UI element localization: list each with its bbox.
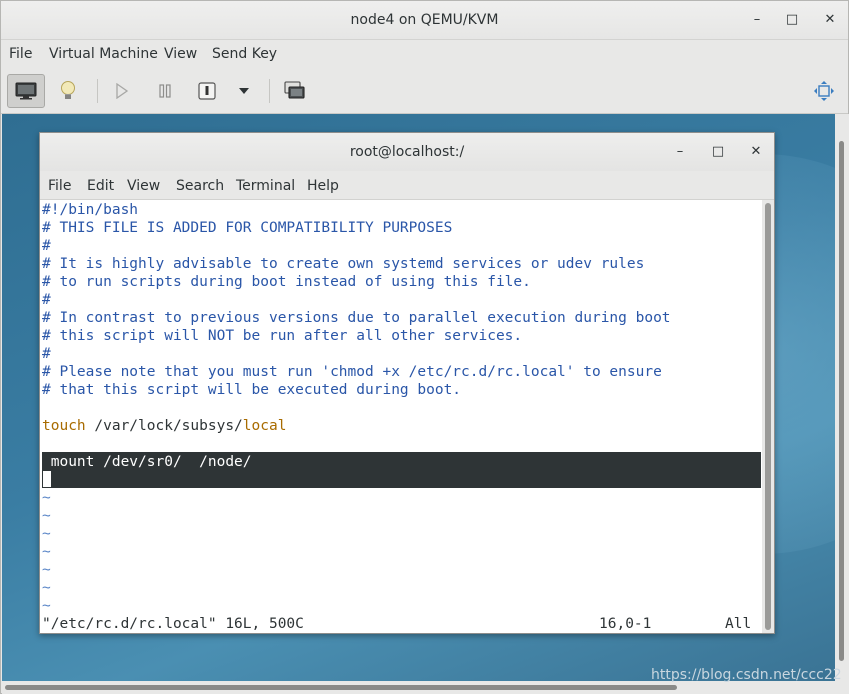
minimize-button[interactable]: – — [747, 10, 767, 30]
empty-line-marker: ~ — [42, 580, 51, 596]
code-line: # THIS FILE IS ADDED FOR COMPATIBILITY P… — [42, 220, 453, 236]
code-line: # — [42, 346, 51, 362]
toolbar-separator — [97, 79, 98, 103]
watermark: https://blog.csdn.net/ccc22 — [651, 667, 842, 683]
close-button[interactable]: ✕ — [820, 10, 840, 30]
empty-line-marker: ~ — [42, 508, 51, 524]
snapshots-button[interactable] — [276, 74, 314, 108]
fullscreen-icon — [814, 81, 834, 101]
snapshot-icon — [284, 81, 305, 99]
terminal-menu-search[interactable]: Search — [176, 178, 224, 194]
terminal-menu-view[interactable]: View — [127, 178, 160, 194]
vm-titlebar: node4 on QEMU/KVM – □ ✕ — [1, 1, 848, 40]
terminal-scrollbar-thumb[interactable] — [765, 203, 771, 630]
vm-toolbar — [1, 69, 848, 114]
menu-file[interactable]: File — [9, 46, 32, 62]
terminal-content[interactable]: #!/bin/bash # THIS FILE IS ADDED FOR COM… — [40, 200, 762, 633]
code-line-mount: mount /dev/sr0/ /node/ — [42, 454, 252, 470]
vm-window: node4 on QEMU/KVM – □ ✕ File Virtual Mac… — [0, 0, 849, 694]
status-cursor-position: 16,0-1 — [599, 616, 652, 632]
maximize-button[interactable]: □ — [782, 10, 802, 30]
empty-line-marker: ~ — [42, 490, 51, 506]
code-line: #!/bin/bash — [42, 202, 139, 218]
touch-path: /var/lock/subsys/ — [85, 418, 243, 434]
code-line: # — [42, 292, 51, 308]
fullscreen-button[interactable] — [805, 74, 843, 108]
code-line: # It is highly advisable to create own s… — [42, 256, 645, 272]
menu-send-key[interactable]: Send Key — [212, 46, 277, 62]
code-line: # — [42, 238, 51, 254]
monitor-icon — [15, 82, 37, 100]
code-line: # this script will NOT be run after all … — [42, 328, 523, 344]
run-button[interactable] — [103, 74, 141, 108]
terminal-window[interactable]: root@localhost:/ – □ ✕ File Edit View Se… — [39, 132, 775, 634]
empty-line-marker: ~ — [42, 598, 51, 614]
play-icon — [116, 83, 129, 99]
menu-view[interactable]: View — [164, 46, 197, 62]
vertical-scrollbar-thumb[interactable] — [839, 141, 844, 661]
empty-line-marker: ~ — [42, 562, 51, 578]
code-line: # that this script will be executed duri… — [42, 382, 462, 398]
empty-line-marker: ~ — [42, 526, 51, 542]
pause-button[interactable] — [146, 74, 184, 108]
empty-line-marker: ~ — [42, 544, 51, 560]
lightbulb-icon — [61, 81, 75, 99]
code-line-touch: touch /var/lock/subsys/local — [42, 417, 286, 435]
code-line: # In contrast to previous versions due t… — [42, 310, 671, 326]
terminal-maximize-button[interactable]: □ — [708, 142, 728, 162]
status-filename: "/etc/rc.d/rc.local" 16L, 500C — [42, 616, 304, 632]
chevron-down-icon — [239, 88, 249, 94]
code-line: # to run scripts during boot instead of … — [42, 274, 531, 290]
terminal-titlebar[interactable]: root@localhost:/ – □ ✕ — [40, 133, 774, 171]
pause-icon — [159, 84, 171, 98]
vm-menubar: File Virtual Machine View Send Key — [1, 40, 848, 68]
terminal-menubar: File Edit View Search Terminal Help — [40, 171, 774, 200]
terminal-title: root@localhost:/ — [349, 144, 465, 160]
terminal-menu-help[interactable]: Help — [307, 178, 339, 194]
shutdown-menu-button[interactable] — [225, 74, 263, 108]
horizontal-scrollbar-thumb[interactable] — [5, 685, 677, 690]
window-title: node4 on QEMU/KVM — [350, 12, 499, 28]
console-button[interactable] — [7, 74, 45, 108]
text-cursor — [43, 471, 51, 487]
touch-keyword: touch — [42, 418, 86, 434]
terminal-menu-file[interactable]: File — [48, 178, 71, 194]
details-button[interactable] — [49, 74, 87, 108]
terminal-minimize-button[interactable]: – — [670, 142, 690, 162]
terminal-close-button[interactable]: ✕ — [746, 142, 766, 162]
menu-virtual-machine[interactable]: Virtual Machine — [49, 46, 158, 62]
toolbar-separator — [269, 79, 270, 103]
status-scroll-indicator: All — [725, 616, 752, 632]
terminal-menu-edit[interactable]: Edit — [87, 178, 114, 194]
power-icon — [198, 82, 216, 100]
terminal-menu-terminal[interactable]: Terminal — [236, 178, 295, 194]
code-line: # Please note that you must run 'chmod +… — [42, 364, 662, 380]
touch-local: local — [242, 418, 287, 434]
shutdown-button[interactable] — [188, 74, 226, 108]
